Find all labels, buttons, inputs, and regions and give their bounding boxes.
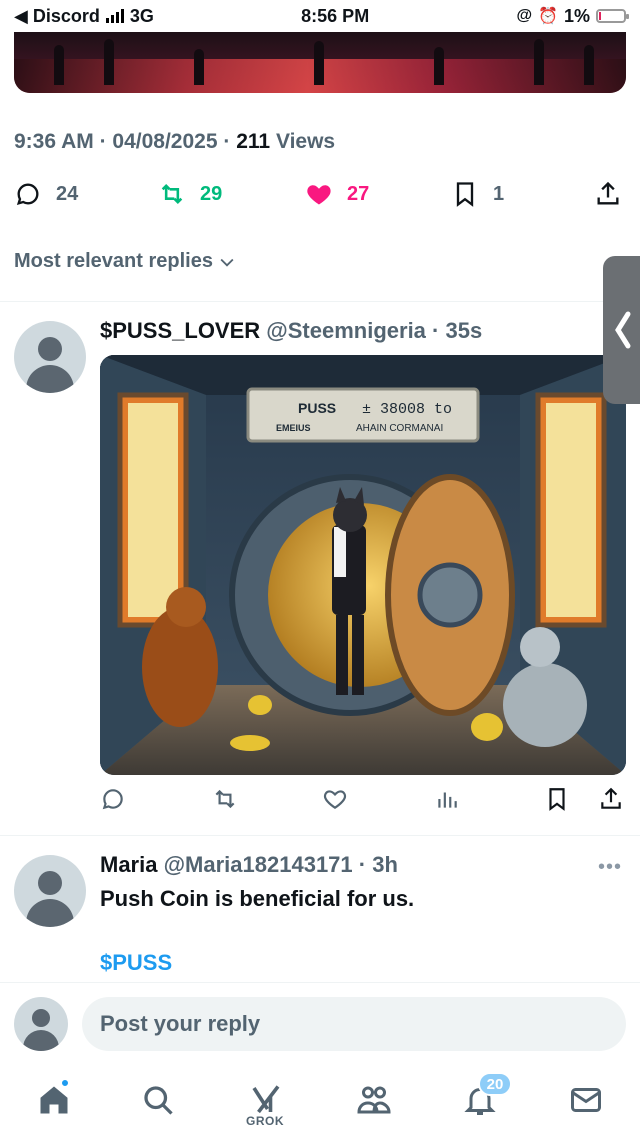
- image-sign-left-sub: EMEIUS: [276, 423, 311, 433]
- clock: 8:56 PM: [301, 5, 370, 26]
- user-handle[interactable]: @Steemnigeria: [266, 318, 426, 343]
- user-handle[interactable]: @Maria182143171: [164, 852, 353, 877]
- reply-button[interactable]: 24: [14, 180, 78, 208]
- avatar[interactable]: [14, 855, 86, 927]
- share-button[interactable]: [594, 180, 622, 208]
- battery-percent: 1%: [563, 5, 590, 26]
- status-bar: ◀ Discord 3G 8:56 PM @ ⏰ 1%: [0, 0, 640, 32]
- retweet-icon: [161, 184, 183, 204]
- tweet-action-bar: 24 29 27 1: [14, 180, 626, 220]
- nav-search[interactable]: [138, 1080, 178, 1120]
- chevron-down-icon: [220, 258, 234, 267]
- tweet-media-image[interactable]: [14, 32, 626, 93]
- reply-header: Maria @Maria182143171 · 3h: [100, 852, 398, 877]
- reply-timestamp: 35s: [445, 318, 483, 343]
- share-icon: [601, 787, 621, 809]
- bookmark-icon: [549, 788, 565, 811]
- image-sign-left: PUSS: [298, 400, 336, 416]
- replies-sort-label: Most relevant replies: [14, 250, 213, 272]
- reply-icon: [102, 789, 123, 810]
- communities-icon: [357, 1086, 391, 1114]
- bookmark-icon: [456, 182, 474, 207]
- share-icon: [597, 181, 619, 205]
- heart-filled-icon: [307, 185, 331, 205]
- views-label: Views: [275, 130, 336, 153]
- heart-icon: [323, 790, 347, 809]
- image-sign-right-sub: AHAIN CORMANAI: [356, 423, 443, 434]
- network-type: 3G: [129, 5, 154, 26]
- reply-input[interactable]: Post your reply: [82, 997, 626, 1051]
- retweet-button[interactable]: [212, 786, 238, 817]
- views-count: 211: [236, 130, 271, 153]
- avatar[interactable]: [14, 321, 86, 393]
- replies-sort-dropdown[interactable]: Most relevant replies: [14, 250, 237, 273]
- reply-input-placeholder: Post your reply: [100, 1011, 261, 1036]
- orientation-lock-icon: @: [516, 7, 533, 24]
- retweet-count: 29: [200, 182, 223, 205]
- divider: [0, 301, 640, 302]
- signal-icon: [105, 9, 124, 23]
- bookmark-button[interactable]: [544, 786, 570, 817]
- grok-icon: [252, 1085, 280, 1114]
- reply-timestamp: 3h: [372, 852, 398, 877]
- cashtag-link[interactable]: $PUSS: [100, 950, 172, 976]
- mail-icon: [571, 1088, 601, 1112]
- reply-count: 24: [56, 182, 79, 205]
- battery-icon: [596, 9, 629, 23]
- nav-messages[interactable]: [566, 1080, 606, 1120]
- tweet-time: 9:36 AM: [14, 130, 94, 153]
- reply-action-bar: [100, 786, 626, 816]
- more-options-icon[interactable]: •••: [598, 856, 622, 879]
- avatar[interactable]: [14, 997, 68, 1051]
- display-name[interactable]: Maria: [100, 852, 157, 877]
- back-to-app-link[interactable]: ◀ Discord: [14, 6, 100, 27]
- views-button[interactable]: [434, 786, 460, 817]
- like-count: 27: [347, 182, 370, 205]
- nav-notifications[interactable]: 20: [460, 1072, 512, 1120]
- chevron-left-icon: [615, 311, 631, 349]
- tweet-date: 04/08/2025: [112, 130, 218, 153]
- reply-text: Push Coin is beneficial for us.: [100, 886, 415, 911]
- search-icon: [144, 1086, 173, 1115]
- reply-media-image[interactable]: PUSS EMEIUS ± 38008 to AHAIN CORMANAI: [100, 355, 626, 775]
- side-panel-handle[interactable]: [603, 256, 640, 404]
- display-name[interactable]: $PUSS_LOVER: [100, 318, 260, 343]
- reply-button[interactable]: [100, 786, 126, 817]
- bookmark-button[interactable]: 1: [451, 180, 504, 208]
- grok-label: GROK: [246, 1114, 284, 1128]
- reply-icon: [16, 183, 39, 206]
- bookmark-count: 1: [493, 182, 505, 205]
- tweet-meta: 9:36 AM · 04/08/2025 · 211 Views: [14, 130, 336, 153]
- like-button[interactable]: [322, 786, 348, 817]
- alarm-icon: ⏰: [538, 8, 558, 25]
- bottom-nav: GROK 20: [0, 1062, 640, 1138]
- analytics-icon: [438, 792, 457, 808]
- nav-home[interactable]: [34, 1078, 74, 1120]
- notifications-badge: 20: [478, 1072, 512, 1096]
- reply-composer: Post your reply: [0, 982, 640, 1062]
- nav-communities[interactable]: [354, 1080, 394, 1120]
- new-posts-dot: [60, 1078, 70, 1088]
- reply-header: $PUSS_LOVER @Steemnigeria · 35s: [100, 318, 483, 343]
- divider: [0, 835, 640, 836]
- like-button[interactable]: 27: [305, 180, 369, 208]
- share-button[interactable]: [598, 786, 624, 817]
- image-sign-right: ± 38008 to: [362, 401, 452, 418]
- retweet-button[interactable]: 29: [158, 180, 222, 208]
- retweet-icon: [215, 789, 235, 809]
